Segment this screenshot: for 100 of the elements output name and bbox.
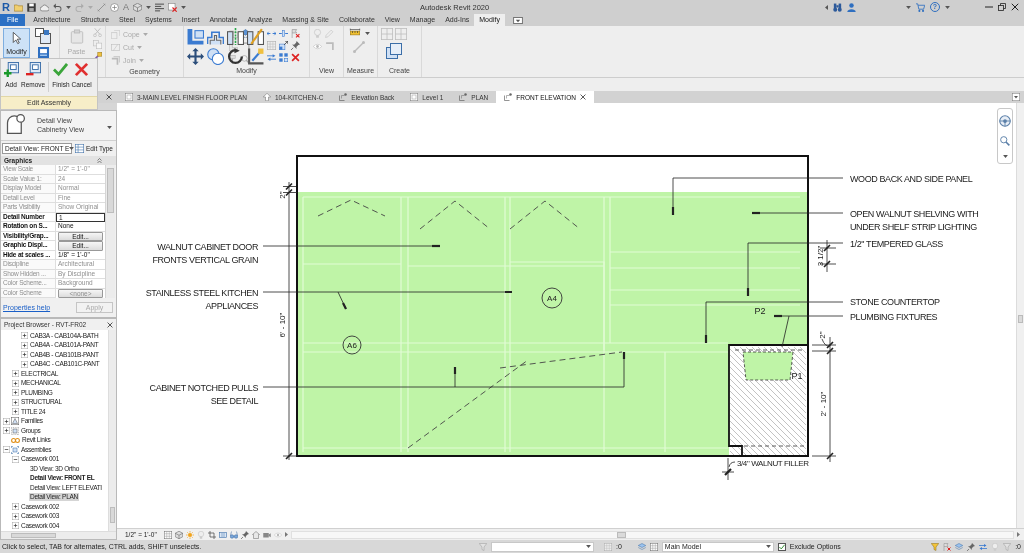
box-minus-icon bbox=[25, 62, 41, 77]
fixture-label: P1 bbox=[791, 371, 803, 381]
pin-icon[interactable] bbox=[240, 530, 249, 539]
expand-icon[interactable] bbox=[21, 341, 28, 349]
expand-icon[interactable] bbox=[12, 398, 19, 406]
crop-icon[interactable] bbox=[207, 530, 216, 539]
expand-icon[interactable] bbox=[21, 351, 28, 359]
hammer-icon[interactable] bbox=[229, 55, 238, 64]
brush-icon[interactable] bbox=[93, 52, 102, 61]
pin-icon[interactable] bbox=[967, 542, 976, 551]
expand-icon[interactable] bbox=[12, 512, 19, 520]
mirror-axis-icon[interactable] bbox=[227, 28, 244, 45]
x-mark-icon[interactable] bbox=[291, 53, 300, 62]
caret-icon[interactable] bbox=[945, 5, 950, 9]
resize-box-icon[interactable] bbox=[279, 41, 288, 50]
app-logo[interactable]: R bbox=[2, 1, 10, 13]
vertical-scrollbar[interactable] bbox=[1016, 103, 1024, 528]
scrollbar-thumb[interactable] bbox=[1018, 315, 1023, 323]
close-icon[interactable] bbox=[579, 94, 586, 100]
split-arrows-icon[interactable] bbox=[267, 29, 276, 38]
caret-icon[interactable] bbox=[180, 5, 186, 9]
undo-icon[interactable] bbox=[52, 2, 62, 12]
gap-arrows-icon[interactable] bbox=[279, 29, 288, 38]
expand-icon[interactable] bbox=[12, 503, 19, 511]
bars-slash-icon[interactable] bbox=[247, 28, 264, 45]
panel-lines-icon[interactable] bbox=[218, 530, 227, 539]
scrollbar-thumb[interactable] bbox=[107, 168, 114, 213]
horizontal-scrollbar[interactable] bbox=[1, 531, 116, 539]
caret-icon bbox=[142, 32, 148, 36]
ruler-icon[interactable] bbox=[347, 28, 363, 38]
arrow-icon[interactable] bbox=[1017, 532, 1020, 537]
expand-icon[interactable] bbox=[3, 427, 10, 435]
arrows-icon[interactable] bbox=[979, 542, 988, 551]
scrollbar-thumb[interactable] bbox=[616, 531, 626, 538]
save-icon[interactable] bbox=[26, 2, 36, 12]
cart-icon[interactable] bbox=[916, 2, 925, 12]
stacked-squares-icon[interactable] bbox=[386, 43, 402, 59]
expand-icon[interactable] bbox=[12, 370, 19, 378]
callout-label: CABINET NOTCHED PULLS SEE DETAIL bbox=[149, 383, 258, 406]
bracket-box-icon bbox=[11, 445, 19, 454]
expand-icon[interactable] bbox=[12, 408, 19, 416]
magnifier-icon[interactable] bbox=[241, 55, 250, 64]
binoculars-icon[interactable] bbox=[833, 2, 842, 12]
flag-x-icon[interactable] bbox=[943, 542, 952, 551]
move-icon[interactable] bbox=[187, 48, 204, 65]
expand-icon[interactable] bbox=[21, 332, 28, 340]
flag-x-icon[interactable] bbox=[291, 29, 300, 38]
callout-label: STAINLESS STEEL KITCHEN APPLIANCES bbox=[145, 288, 258, 311]
grid-icon[interactable] bbox=[649, 542, 658, 551]
close-icon[interactable] bbox=[107, 321, 113, 328]
vertical-scrollbar[interactable] bbox=[105, 165, 115, 298]
scrollbar-thumb[interactable] bbox=[110, 507, 115, 523]
squares-grid-icon[interactable] bbox=[279, 53, 288, 62]
caret-icon[interactable] bbox=[365, 31, 370, 35]
plus-circle-icon[interactable] bbox=[109, 2, 119, 12]
scrollbar-thumb[interactable] bbox=[11, 533, 56, 538]
caret-icon[interactable] bbox=[145, 5, 151, 9]
expand-icon[interactable] bbox=[12, 389, 19, 397]
vertical-scrollbar[interactable] bbox=[108, 330, 116, 531]
expand-icon[interactable] bbox=[21, 360, 28, 368]
chain-link-icon bbox=[11, 437, 20, 443]
caret-icon bbox=[138, 58, 144, 62]
close-icon[interactable] bbox=[106, 94, 112, 100]
restore-icon[interactable] bbox=[998, 3, 1006, 11]
dropdown-field[interactable] bbox=[491, 541, 594, 552]
arrow-icon[interactable] bbox=[825, 4, 828, 10]
user-icon[interactable] bbox=[847, 2, 856, 12]
dropdown-icon[interactable] bbox=[1012, 93, 1020, 101]
pin-icon[interactable] bbox=[291, 41, 300, 50]
arrow-icon[interactable] bbox=[284, 532, 288, 537]
expand-icon[interactable] bbox=[12, 379, 19, 387]
expand-icon[interactable] bbox=[3, 417, 10, 425]
caret-icon[interactable] bbox=[65, 5, 71, 9]
collapse-icon[interactable] bbox=[3, 446, 10, 454]
angle-line-icon[interactable] bbox=[247, 48, 264, 65]
steering-wheel-icon[interactable] bbox=[999, 115, 1011, 127]
arrows-icon[interactable] bbox=[267, 53, 276, 62]
dimension-text: 2" bbox=[818, 331, 827, 339]
checkbox[interactable] bbox=[777, 542, 786, 551]
selection-squares-icon[interactable] bbox=[33, 28, 53, 44]
outline-shape-icon[interactable] bbox=[207, 28, 224, 45]
camera-icon[interactable] bbox=[262, 530, 271, 539]
glasses-icon[interactable] bbox=[229, 530, 238, 539]
l-bracket-icon[interactable] bbox=[187, 28, 204, 45]
window-close-icon[interactable] bbox=[167, 2, 177, 12]
lines-icon[interactable] bbox=[154, 2, 164, 12]
house-icon[interactable] bbox=[251, 530, 260, 539]
close-icon[interactable] bbox=[1011, 3, 1019, 11]
zoom-icon[interactable] bbox=[1000, 136, 1010, 146]
collapse-icon[interactable] bbox=[12, 455, 19, 463]
horizontal-scrollbar[interactable] bbox=[290, 530, 1014, 539]
dropdown-box-icon[interactable] bbox=[512, 16, 523, 24]
callout-label: WALNUT CABINET DOOR FRONTS VERTICAL GRAIN bbox=[152, 242, 258, 265]
copy-circles-icon[interactable] bbox=[207, 48, 224, 65]
grid-icon[interactable] bbox=[163, 530, 172, 539]
rotate-icon[interactable] bbox=[227, 48, 244, 65]
expand-icon[interactable] bbox=[12, 522, 19, 530]
collapse-icon[interactable] bbox=[97, 157, 102, 164]
caret-icon[interactable] bbox=[906, 5, 911, 9]
caret-icon[interactable] bbox=[1002, 155, 1008, 158]
